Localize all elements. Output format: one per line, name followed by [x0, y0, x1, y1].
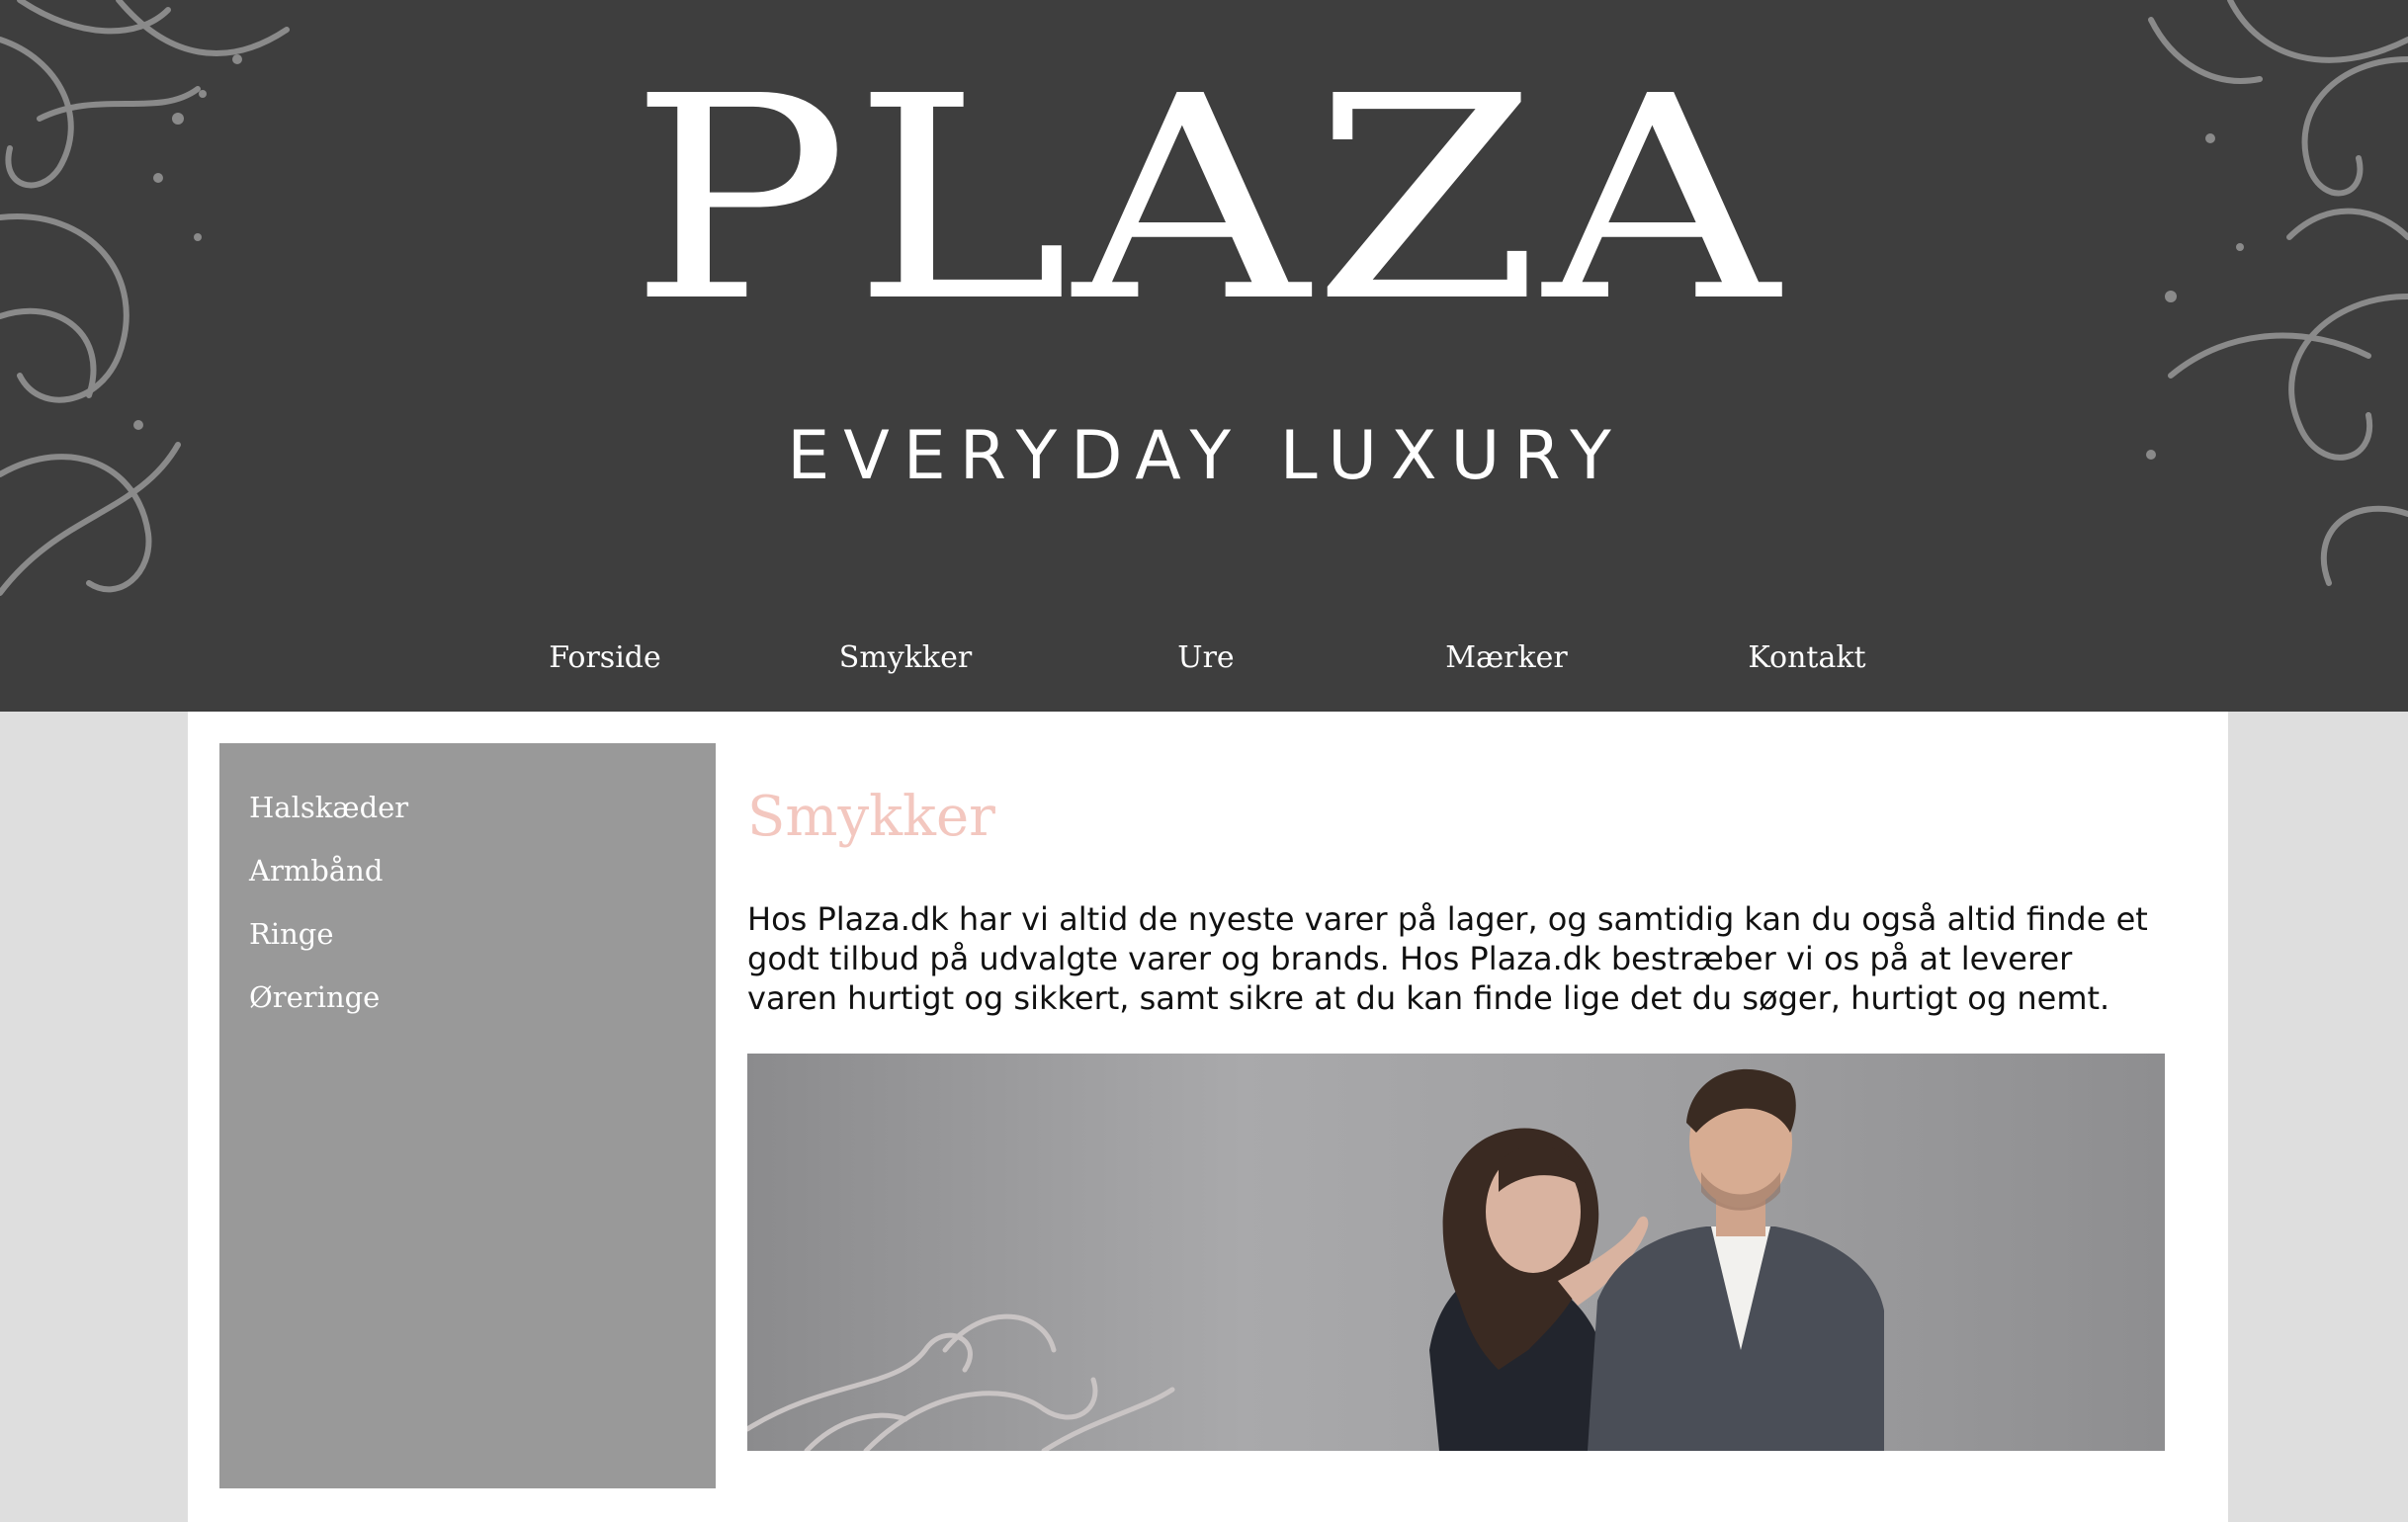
nav-item-smykker[interactable]: Smykker: [757, 633, 1054, 684]
man-figure: [1588, 1068, 1884, 1451]
page-container: Halskæder Armbånd Ringe Øreringe Smykker…: [188, 712, 2228, 1522]
category-list: Halskæder Armbånd Ringe Øreringe: [249, 783, 408, 1036]
site-header: PLAZA EVERYDAY LUXURY Forside Smykker Ur…: [0, 0, 2408, 712]
nav-item-kontakt[interactable]: Kontakt: [1659, 633, 1955, 684]
hero-image: [747, 1054, 2165, 1451]
page-title: Smykker: [747, 785, 995, 849]
nav-item-ure[interactable]: Ure: [1058, 633, 1354, 684]
sidebar-item-halskaeder: Halskæder: [249, 783, 408, 846]
logo-wordmark: PLAZA: [629, 36, 1783, 364]
hero-flourish: [747, 1313, 1175, 1451]
nav-item-forside[interactable]: Forside: [457, 633, 753, 684]
sidebar-item-oereringe: Øreringe: [249, 972, 408, 1036]
left-flourish-ornament: [0, 0, 290, 596]
main-navigation: Forside Smykker Ure Mærker Kontakt: [0, 633, 2408, 684]
couple-photo-illustration: [747, 1068, 1884, 1451]
intro-text: Hos Plaza.dk har vi altid de nyeste vare…: [747, 900, 2148, 1017]
sidebar-link-halskaeder[interactable]: Halskæder: [249, 791, 408, 824]
sidebar-link-oereringe[interactable]: Øreringe: [249, 980, 380, 1014]
plaza-logo[interactable]: PLAZA EVERYDAY LUXURY: [573, 59, 1839, 504]
nav-item-maerker[interactable]: Mærker: [1358, 633, 1655, 684]
sidebar-item-armbaand: Armbånd: [249, 846, 408, 909]
sidebar-item-ringe: Ringe: [249, 909, 408, 972]
sidebar-link-ringe[interactable]: Ringe: [249, 917, 334, 951]
right-flourish-ornament: [2146, 0, 2408, 586]
sidebar-link-armbaand[interactable]: Armbånd: [249, 854, 383, 888]
category-sidebar: Halskæder Armbånd Ringe Øreringe: [219, 743, 716, 1488]
logo-tagline: EVERYDAY LUXURY: [787, 417, 1625, 495]
